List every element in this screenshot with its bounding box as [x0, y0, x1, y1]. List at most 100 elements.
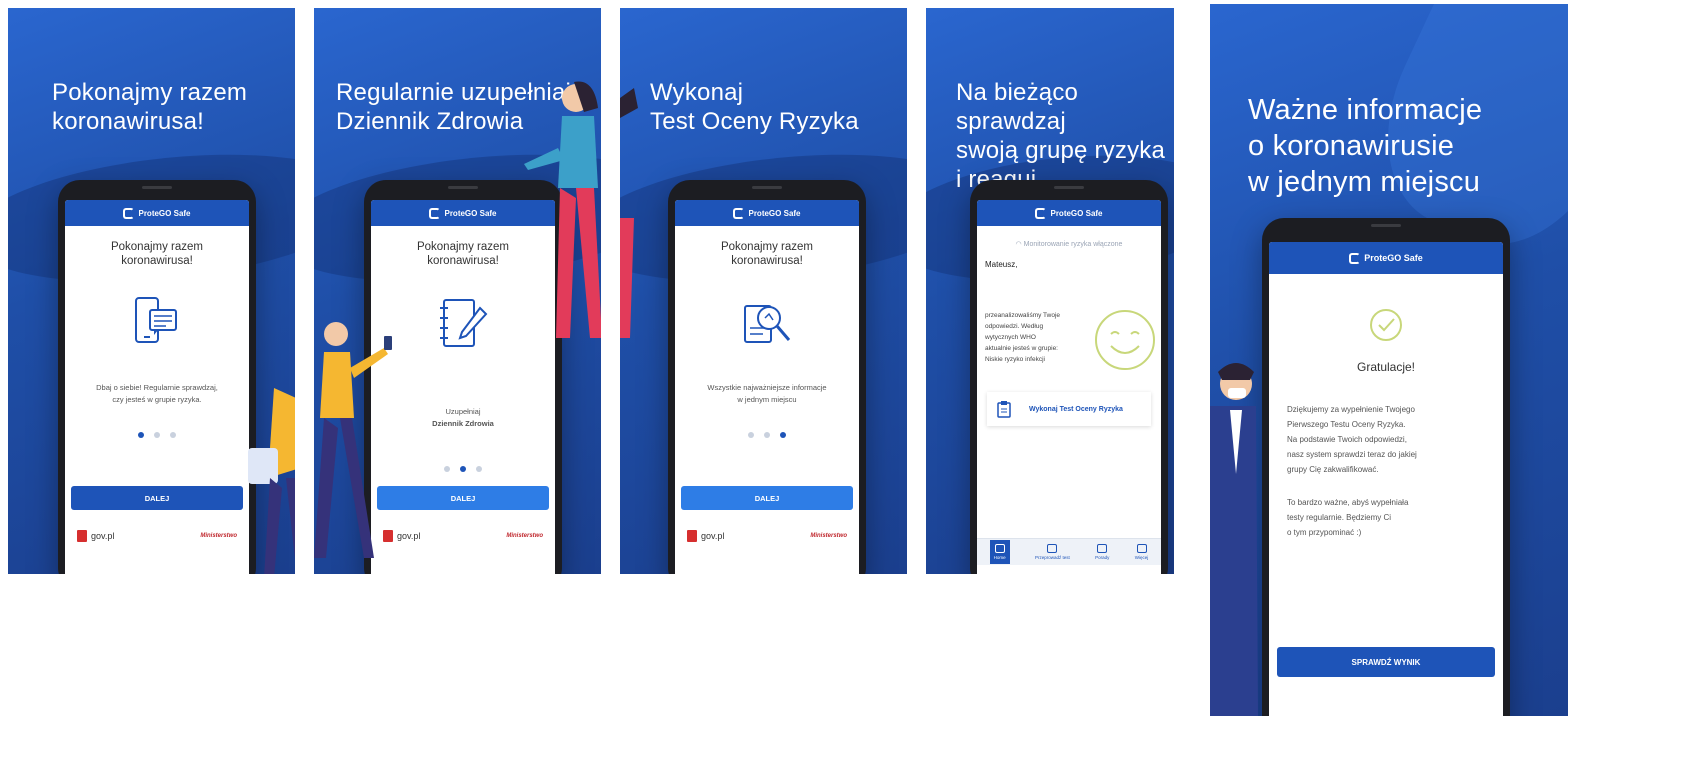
partial-figure-illustration: [620, 88, 638, 338]
phone-screen: ProteGO Safe ◠ Monitorowanie ryzyka włąc…: [977, 200, 1161, 574]
phone-mockup: ProteGO Safe Pokonajmy razem koronawirus…: [58, 180, 256, 574]
risk-test-card[interactable]: Wykonaj Test Oceny Ryzyka: [987, 392, 1151, 426]
page-dot: [170, 432, 176, 438]
gov-emblem-icon: [77, 530, 87, 542]
page-dot: [444, 466, 450, 472]
footer-logos: gov.pl Ministerstwo: [687, 526, 847, 546]
app-bar: ProteGO Safe: [65, 200, 249, 226]
page-indicator: [675, 432, 859, 438]
app-name: ProteGO Safe: [138, 208, 191, 218]
search-icon: [1047, 544, 1058, 553]
ministry-logo: Ministerstwo: [506, 533, 543, 539]
page-dot-active: [460, 466, 466, 472]
nav-more-label: Więcej: [1134, 555, 1149, 560]
reminder-text: To bardzo ważne, abyś wypełniała testy r…: [1287, 498, 1409, 537]
notebook-pen-icon: [440, 299, 488, 347]
screen-title: Pokonajmy razem koronawirusa!: [110, 241, 204, 267]
page-dot: [764, 432, 770, 438]
page-dot: [154, 432, 160, 438]
app-bar: ProteGO Safe: [977, 200, 1161, 226]
check-result-button[interactable]: SPRAWDŹ WYNIK: [1277, 647, 1495, 677]
phone-screen: ProteGO Safe Pokonajmy razem koronawirus…: [675, 200, 859, 574]
promo-panel-5: Ważne informacje o koronawirusie w jedny…: [1210, 4, 1568, 716]
ministry-logo: Ministerstwo: [200, 533, 237, 539]
page-indicator: [65, 432, 249, 438]
panel-headline: Pokonajmy razem koronawirusa!: [52, 79, 248, 135]
app-bar: ProteGO Safe: [675, 200, 859, 226]
nav-tips-label: Porady: [1095, 555, 1110, 560]
footer-logos: gov.pl Ministerstwo: [383, 526, 543, 546]
phone-chat-icon: [135, 297, 177, 343]
phone-mockup: ProteGO Safe Pokonajmy razem koronawirus…: [668, 180, 866, 574]
screen-body: Wszystkie najważniejsze informacje w jed…: [707, 383, 827, 404]
gov-label: gov.pl: [701, 531, 725, 541]
promo-panel-4: Na bieżąco sprawdzaj swoją grupę ryzyka …: [926, 8, 1174, 574]
protego-logo-icon: [123, 207, 135, 219]
walking-woman-illustration: [248, 388, 295, 574]
nav-home[interactable]: Home: [989, 540, 1010, 564]
gov-logo: gov.pl: [687, 530, 724, 542]
screen-title: Pokonajmy razem koronawirusa!: [720, 241, 814, 267]
phone-mockup: ProteGO Safe Gratulacje! Dziękujemy za w…: [1262, 218, 1510, 716]
gov-label: gov.pl: [91, 531, 115, 541]
wifi-icon: ◠: [1015, 241, 1024, 248]
protego-logo-icon: [733, 207, 745, 219]
panel-headline: Wykonaj Test Oceny Ryzyka: [650, 79, 859, 135]
phone-mockup: ProteGO Safe ◠ Monitorowanie ryzyka włąc…: [970, 180, 1168, 574]
gov-logo: gov.pl: [77, 530, 114, 542]
protego-logo-icon: [1349, 252, 1361, 264]
page-dot: [476, 466, 482, 472]
protego-logo-icon: [1035, 207, 1047, 219]
risk-summary: przeanalizowaliśmy Twoje odpowiedzi. Wed…: [985, 312, 1061, 363]
screen-body: Uzupełniaj Dziennik Zdrowia: [385, 394, 541, 430]
nav-test-label: Przeprowadź test: [1035, 555, 1070, 560]
bottom-navigation: Home Przeprowadź test Porady Więcej: [977, 538, 1161, 565]
clipboard-icon: [997, 401, 1011, 418]
footer-logos: gov.pl Ministerstwo: [77, 526, 237, 546]
phone-screen: ProteGO Safe Pokonajmy razem koronawirus…: [65, 200, 249, 574]
app-name: ProteGO Safe: [1050, 208, 1103, 218]
nav-home-label: Home: [993, 555, 1006, 560]
phone-screen: ProteGO Safe Gratulacje! Dziękujemy za w…: [1269, 242, 1503, 716]
app-name: ProteGO Safe: [748, 208, 801, 218]
user-greeting: Mateusz,: [985, 260, 1018, 269]
phone-speaker: [142, 186, 172, 189]
phone-speaker: [752, 186, 782, 189]
screen-body: Dbaj o siebie! Regularnie sprawdzaj, czy…: [96, 383, 218, 404]
standing-woman-illustration: [524, 81, 601, 338]
promo-panel-3: Wykonaj Test Oceny Ryzyka ProteGO Safe P…: [620, 8, 907, 574]
congratulations-title: Gratulacje!: [1356, 360, 1416, 374]
next-button[interactable]: DALEJ: [681, 486, 853, 510]
monitoring-status-text: Monitorowanie ryzyka włączone: [1023, 241, 1123, 248]
nav-more[interactable]: Więcej: [1134, 544, 1149, 560]
protego-logo-icon: [429, 207, 441, 219]
page-dot: [748, 432, 754, 438]
app-name: ProteGO Safe: [444, 208, 497, 218]
next-button[interactable]: DALEJ: [71, 486, 243, 510]
monitoring-status: ◠ Monitorowanie ryzyka włączone: [977, 240, 1161, 248]
phone-speaker: [1371, 224, 1401, 227]
ministry-logo: Ministerstwo: [810, 533, 847, 539]
document-magnifier-icon: [744, 305, 791, 343]
nav-tips[interactable]: Porady: [1095, 544, 1109, 560]
gov-emblem-icon: [687, 530, 697, 542]
congratulations-body: Dziękujemy za wypełnienie Twojego Pierws…: [1287, 405, 1417, 474]
nav-test[interactable]: Przeprowadź test: [1035, 544, 1070, 560]
screen-body-prefix: Uzupełniaj: [445, 407, 481, 416]
phone-speaker: [448, 186, 478, 189]
promo-panel-2: Regularnie uzupełniaj Dziennik Zdrowia P…: [314, 8, 601, 574]
screen-body-emphasis: Dziennik Zdrowia: [432, 419, 494, 428]
app-name: ProteGO Safe: [1364, 253, 1423, 263]
page-dot-active: [138, 432, 144, 438]
check-circle-icon: [1370, 309, 1402, 341]
home-icon: [994, 544, 1005, 553]
walking-woman-phone-illustration: [314, 322, 392, 558]
app-bar: ProteGO Safe: [1269, 242, 1503, 274]
more-icon: [1136, 544, 1147, 553]
promo-panel-1: Pokonajmy razem koronawirusa! ProteGO Sa…: [8, 8, 295, 574]
risk-test-label: Wykonaj Test Oceny Ryzyka: [1029, 405, 1123, 413]
page-dot-active: [780, 432, 786, 438]
panel-headline: Na bieżąco sprawdzaj swoją grupę ryzyka …: [956, 79, 1166, 193]
smiley-face-icon: [1095, 310, 1155, 370]
panel-headline: Ważne informacje o koronawirusie w jedny…: [1248, 94, 1483, 198]
